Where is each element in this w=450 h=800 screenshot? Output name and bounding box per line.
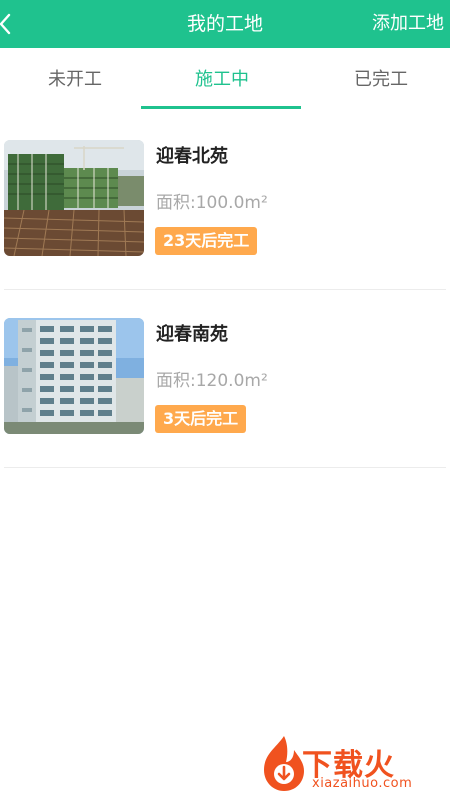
site-photo (4, 318, 144, 434)
site-area-unit: m² (244, 371, 268, 391)
completion-badge: 23天后完工 (155, 227, 258, 255)
site-name: 迎春南苑 (156, 324, 228, 345)
site-photo (4, 140, 144, 256)
site-area: 面积:120.0m² (156, 366, 268, 391)
app-screen: 我的工地 添加工地 未开工 施工中 已完工 迎春北苑 面积:100.0m² 23… (0, 0, 450, 800)
divider (4, 467, 446, 468)
add-site-button[interactable]: 添加工地 (372, 0, 444, 48)
site-area: 面积:100.0m² (156, 188, 268, 213)
site-area-value: 面积:100.0 (156, 193, 245, 213)
site-area-unit: m² (244, 193, 268, 213)
site-area-value: 面积:120.0 (156, 371, 245, 391)
site-list-item[interactable]: 迎春北苑 面积:100.0m² 23天后完工 (0, 112, 450, 290)
back-button[interactable] (0, 0, 30, 48)
site-name: 迎春北苑 (156, 146, 228, 167)
watermark: 下载火 xiazaihuo.com (258, 734, 448, 794)
tab-bar: 未开工 施工中 已完工 (0, 48, 450, 112)
active-tab-indicator (141, 106, 301, 109)
completion-badge: 3天后完工 (155, 405, 247, 433)
site-list-item[interactable]: 迎春南苑 面积:120.0m² 3天后完工 (0, 290, 450, 468)
tab-not-started[interactable]: 未开工 (0, 48, 150, 112)
header-bar: 我的工地 添加工地 (0, 0, 450, 48)
tab-in-progress[interactable]: 施工中 (147, 48, 297, 112)
chevron-left-icon (0, 13, 11, 35)
flame-logo-icon (264, 736, 304, 791)
watermark-subtext: xiazaihuo.com (312, 776, 413, 791)
site-list: 迎春北苑 面积:100.0m² 23天后完工 迎春南苑 面积:120.0m² 3… (0, 112, 450, 468)
tab-completed[interactable]: 已完工 (306, 48, 450, 112)
